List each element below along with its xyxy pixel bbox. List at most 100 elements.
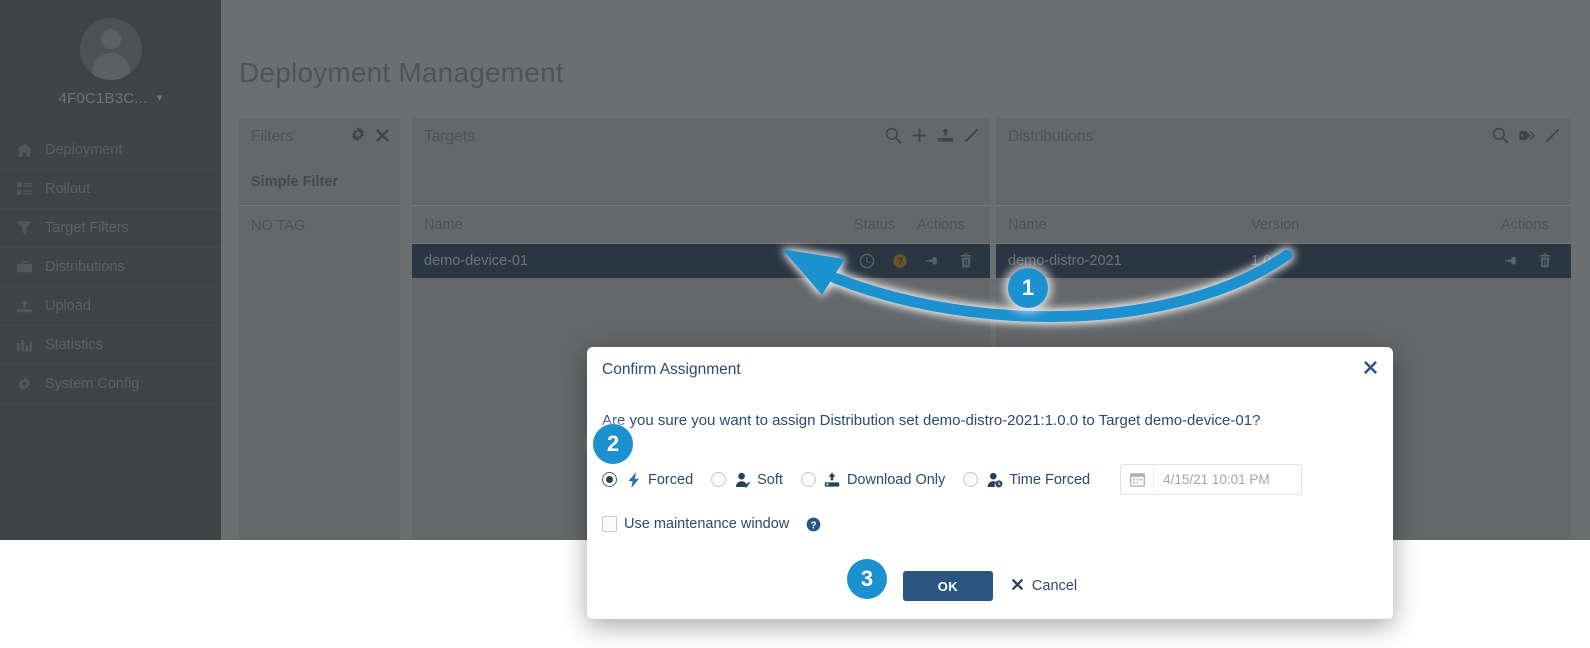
distributions-col-name: Name xyxy=(1008,216,1047,233)
targets-col-name: Name xyxy=(424,216,463,233)
sidebar-item-label: System Config xyxy=(45,376,140,392)
briefcase-icon xyxy=(17,260,45,274)
ok-button[interactable]: OK xyxy=(902,571,993,601)
avatar-body xyxy=(91,53,130,80)
filters-list: NO TAG xyxy=(239,206,400,234)
maximize-icon[interactable] xyxy=(963,127,980,144)
schedule-date-field[interactable]: 4/15/21 10:01 PM xyxy=(1120,464,1303,495)
radio-soft[interactable] xyxy=(711,472,727,487)
distribute-icon[interactable] xyxy=(937,127,954,144)
confirm-assignment-dialog: Confirm Assignment Are you sure you want… xyxy=(587,347,1393,619)
annotation-badge-3: 3 xyxy=(847,559,887,599)
gear-icon[interactable] xyxy=(350,127,366,143)
dialog-header: Confirm Assignment xyxy=(587,347,1393,394)
radio-time-forced[interactable] xyxy=(963,472,979,487)
targets-panel-header: Targets xyxy=(412,118,990,160)
radio-label: Soft xyxy=(757,471,783,488)
sidebar-item-label: Deployment xyxy=(45,142,123,158)
question-circle-icon[interactable]: ? xyxy=(806,517,821,532)
sidebar-item-statistics[interactable]: Statistics xyxy=(0,326,221,365)
avatar-head xyxy=(100,29,121,49)
targets-panel-subbar xyxy=(412,160,990,206)
targets-panel-title: Targets xyxy=(424,128,475,145)
sidebar-nav: Deployment Rollout Target Filters Distri… xyxy=(0,131,221,404)
search-icon[interactable] xyxy=(1492,127,1509,144)
filters-panel: Filters Simple Filter NO TAG xyxy=(239,118,400,540)
svg-text:?: ? xyxy=(897,257,903,268)
sidebar-item-rollout[interactable]: Rollout xyxy=(0,170,221,209)
sidebar-item-upload[interactable]: Upload xyxy=(0,287,221,326)
target-row-actions: ? xyxy=(859,253,974,269)
radio-option-forced[interactable]: Forced xyxy=(602,471,694,488)
pin-icon[interactable] xyxy=(925,253,941,269)
dialog-footer: OK Cancel xyxy=(587,571,1393,601)
distributions-panel-subbar xyxy=(996,160,1571,206)
sidebar: 4F0C1B3C... ▾ Deployment Rollout Target … xyxy=(0,0,221,540)
sidebar-item-distributions[interactable]: Distributions xyxy=(0,248,221,287)
filter-item-no-tag[interactable]: NO TAG xyxy=(251,218,388,234)
annotation-badge-1: 1 xyxy=(1008,268,1048,308)
user-name-label: 4F0C1B3C... xyxy=(58,90,148,107)
maximize-icon[interactable] xyxy=(1544,127,1561,144)
distributions-column-header: Name Version Actions xyxy=(996,206,1571,244)
radio-label: Forced xyxy=(648,471,694,488)
avatar xyxy=(79,18,142,80)
simple-filter-label: Simple Filter xyxy=(251,174,339,190)
table-row[interactable]: demo-distro-2021 1.0.0 xyxy=(996,244,1571,278)
svg-text:?: ? xyxy=(811,520,817,531)
gear-icon xyxy=(17,376,45,392)
upload-icon xyxy=(17,299,45,313)
user-profile[interactable]: 4F0C1B3C... ▾ xyxy=(0,0,221,107)
distributions-col-version: Version xyxy=(1251,216,1300,233)
targets-panel-tools xyxy=(885,127,980,144)
plus-icon[interactable] xyxy=(911,127,928,144)
question-circle-icon[interactable]: ? xyxy=(892,253,908,269)
distributions-panel-header: Distributions xyxy=(996,118,1571,160)
close-icon[interactable] xyxy=(1363,360,1378,375)
page-title: Deployment Management xyxy=(239,57,564,88)
sidebar-item-label: Target Filters xyxy=(45,220,129,236)
maintenance-window-label: Use maintenance window xyxy=(624,516,790,532)
search-icon[interactable] xyxy=(885,127,902,144)
radio-download-only[interactable] xyxy=(800,472,816,487)
distribution-name: demo-distro-2021 xyxy=(1008,253,1122,269)
list-icon xyxy=(17,182,45,196)
tag-icon[interactable] xyxy=(1518,127,1535,144)
filters-panel-tools xyxy=(350,127,390,143)
sidebar-item-deployment[interactable]: Deployment xyxy=(0,131,221,170)
target-name: demo-device-01 xyxy=(424,253,528,269)
sidebar-item-label: Rollout xyxy=(45,181,91,197)
radio-option-download-only[interactable]: Download Only xyxy=(800,471,946,488)
sidebar-item-system-config[interactable]: System Config xyxy=(0,365,221,404)
radio-forced[interactable] xyxy=(602,472,617,487)
confirmation-message: Are you sure you want to assign Distribu… xyxy=(602,412,1261,429)
distribution-version: 1.0.0 xyxy=(1251,253,1284,269)
annotation-badge-2: 2 xyxy=(593,424,633,464)
bolt-icon xyxy=(624,471,643,488)
sidebar-item-label: Upload xyxy=(45,298,91,314)
user-check-icon xyxy=(733,472,752,488)
maintenance-window-row: Use maintenance window ? xyxy=(602,516,1378,532)
trash-icon[interactable] xyxy=(1537,253,1553,269)
clock-icon[interactable] xyxy=(859,253,875,269)
cancel-button[interactable]: Cancel xyxy=(1011,578,1077,595)
simple-filter-section: Simple Filter xyxy=(239,160,400,206)
sidebar-item-label: Statistics xyxy=(45,337,104,353)
table-row[interactable]: demo-device-01 ? xyxy=(412,244,990,278)
sidebar-item-label: Distributions xyxy=(45,259,125,275)
radio-option-soft[interactable]: Soft xyxy=(711,472,783,488)
sidebar-item-target-filters[interactable]: Target Filters xyxy=(0,209,221,248)
close-icon[interactable] xyxy=(375,128,390,143)
radio-label: Download Only xyxy=(846,471,946,488)
screen-root: 4F0C1B3C... ▾ Deployment Rollout Target … xyxy=(0,0,1590,648)
radio-option-time-forced[interactable]: Time Forced xyxy=(963,472,1090,488)
maintenance-window-checkbox[interactable] xyxy=(602,516,617,532)
dialog-title: Confirm Assignment xyxy=(602,361,741,378)
pin-icon[interactable] xyxy=(1504,253,1520,269)
user-menu[interactable]: 4F0C1B3C... ▾ xyxy=(0,90,221,107)
radio-label: Time Forced xyxy=(1009,471,1091,488)
distributions-panel-tools xyxy=(1492,127,1561,144)
trash-icon[interactable] xyxy=(958,253,974,269)
cancel-label: Cancel xyxy=(1031,578,1078,594)
action-type-radio-group: Forced Soft Download Only Time Forced 4/… xyxy=(602,464,1378,495)
